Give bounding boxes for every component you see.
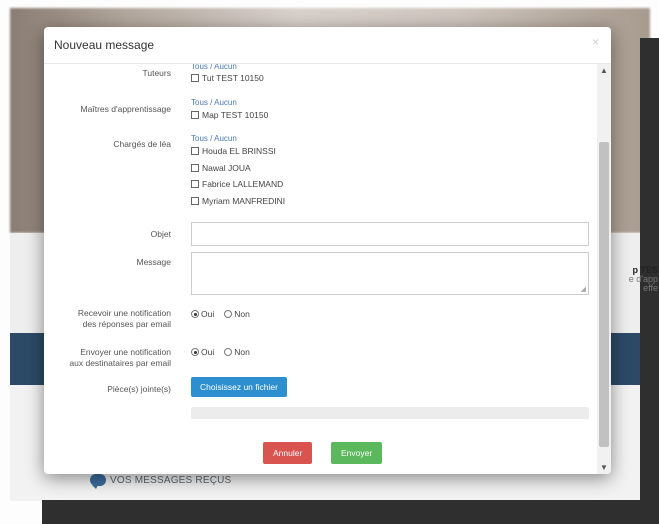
send-button[interactable]: Envoyer [331, 442, 383, 464]
background-side-text: p TES e d'app effe [628, 265, 658, 293]
charges-label: Chargés de léa [113, 139, 171, 149]
message-textarea[interactable]: ◢ [191, 252, 589, 295]
recipient-checkbox-row[interactable]: Fabrice LALLEMAND [191, 179, 283, 189]
resize-grip-icon[interactable]: ◢ [581, 285, 586, 293]
recipient-checkbox[interactable] [191, 164, 199, 172]
objet-label: Objet [150, 229, 171, 239]
recipient-checkbox[interactable] [191, 111, 199, 119]
recipient-checkbox-row[interactable]: Nawal JOUA [191, 163, 251, 173]
tuteurs-select-all[interactable]: Tous [191, 64, 208, 71]
recipient-checkbox-row[interactable]: Houda EL BRINSSI [191, 146, 276, 156]
notif-destinataires-yes-radio[interactable] [191, 348, 199, 356]
close-icon[interactable]: × [592, 35, 599, 49]
scroll-down-icon[interactable]: ▼ [599, 463, 609, 472]
modal-scrollbar[interactable]: ▲ ▼ [597, 64, 611, 474]
chat-icon [90, 474, 106, 489]
notif-destinataires-no-radio[interactable] [224, 348, 233, 356]
objet-input[interactable] [191, 222, 589, 246]
recipient-checkbox[interactable] [191, 180, 199, 188]
overlay-frame-bottom [42, 500, 659, 524]
choose-file-button[interactable]: Choisissez un fichier [191, 377, 287, 397]
file-upload-progress [191, 407, 589, 419]
charges-select-all[interactable]: Tous [191, 134, 208, 143]
message-label: Message [136, 257, 172, 267]
notif-destinataires-radio-group: Oui Non [191, 347, 250, 357]
maitres-select-none[interactable]: Aucun [214, 98, 237, 107]
recipient-checkbox-row[interactable]: Map TEST 10150 [191, 110, 268, 120]
new-message-modal: Nouveau message × Tuteurs Tous / Aucun T… [44, 27, 611, 474]
notif-reponses-label: Recevoir une notification des réponses p… [77, 308, 171, 329]
modal-body: Tuteurs Tous / Aucun Tut TEST 10150 Maît… [44, 64, 597, 474]
tuteurs-label: Tuteurs [142, 68, 171, 78]
scroll-up-icon[interactable]: ▲ [599, 66, 609, 75]
tuteurs-all-none: Tous / Aucun [191, 64, 237, 71]
charges-all-none: Tous / Aucun [191, 134, 237, 143]
recipient-checkbox[interactable] [191, 197, 199, 205]
maitres-select-all[interactable]: Tous [191, 98, 208, 107]
pieces-label: Pièce(s) jointe(s) [107, 384, 171, 394]
scrollbar-thumb[interactable] [599, 142, 609, 447]
recipient-checkbox-row[interactable]: Tut TEST 10150 [191, 73, 264, 83]
received-messages-label: VOS MESSAGES REÇUS [110, 474, 232, 486]
modal-title: Nouveau message [54, 38, 155, 52]
cancel-button[interactable]: Annuler [263, 442, 313, 464]
charges-select-none[interactable]: Aucun [214, 134, 237, 143]
notif-reponses-yes-radio[interactable] [191, 310, 199, 318]
maitres-all-none: Tous / Aucun [191, 98, 237, 107]
received-messages-link[interactable]: VOS MESSAGES REÇUS [90, 474, 232, 489]
recipient-checkbox-row[interactable]: Myriam MANFREDINI [191, 196, 285, 206]
tuteurs-select-none[interactable]: Aucun [214, 64, 237, 71]
notif-reponses-no-radio[interactable] [224, 310, 233, 318]
modal-header: Nouveau message × [44, 27, 611, 64]
notif-reponses-radio-group: Oui Non [191, 309, 250, 319]
recipient-checkbox[interactable] [191, 147, 199, 155]
recipient-checkbox[interactable] [191, 74, 199, 82]
notif-destinataires-label: Envoyer une notification aux destinatair… [69, 347, 171, 368]
maitres-label: Maîtres d'apprentissage [80, 104, 171, 114]
